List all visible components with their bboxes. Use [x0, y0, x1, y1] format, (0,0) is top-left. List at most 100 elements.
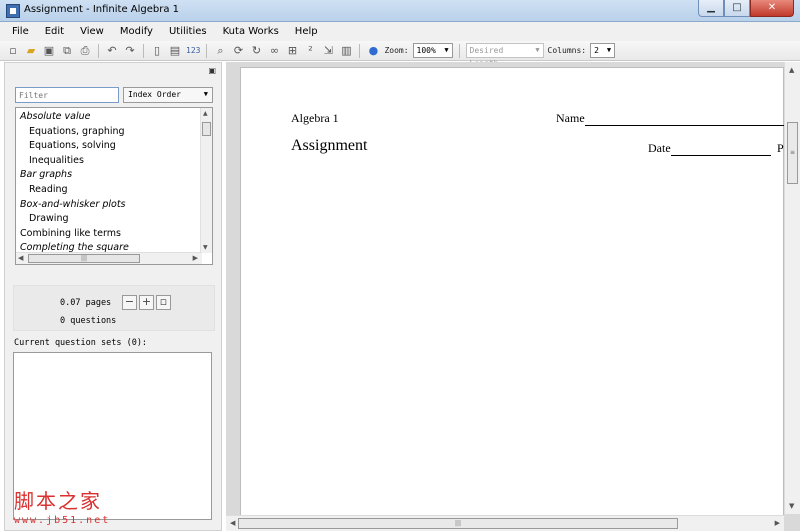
watermark-logo: 脚本之家 [14, 489, 102, 513]
document-vertical-scrollbar[interactable]: ▲ ≡ ▼ [784, 62, 800, 514]
topic-item[interactable]: Equations, graphing [16, 125, 202, 140]
topic-item[interactable]: Bar graphs [16, 168, 202, 183]
topic-item[interactable]: Drawing [16, 212, 202, 227]
toolbar: ▫ ▰ ▣ ⧉ ⎙ ↶ ↷ ▯ ▤ 123 ⌕ ⟳ ↻ ∞ ⊞ ² ⇲ ▥ ● … [0, 41, 800, 68]
print-icon[interactable]: ⎙ [78, 44, 92, 58]
undo-icon[interactable]: ↶ [105, 44, 119, 58]
topic-list-horizontal-scrollbar[interactable]: ◀ ||| ▶ [16, 252, 202, 264]
infinity-icon[interactable]: ∞ [267, 44, 281, 58]
increase-button[interactable]: + [139, 295, 154, 310]
watermark-url: www.jb51.net [14, 515, 111, 526]
date-label: Date [648, 141, 671, 155]
scroll-down-icon[interactable]: ▼ [789, 502, 794, 510]
date-line [671, 155, 771, 156]
open-folder-icon[interactable]: ▰ [24, 44, 38, 58]
page-count-box: 0.07 pages 0 questions − + ▫ [13, 285, 215, 331]
toolbar-separator [458, 43, 460, 58]
toolbar-separator [98, 43, 99, 58]
spacing-icon[interactable]: ⇲ [321, 44, 335, 58]
chevron-down-icon: ▼ [535, 46, 540, 54]
zoom-select[interactable]: 100% ▼ [412, 43, 453, 58]
desired-length-value: Desired Length [469, 46, 504, 68]
order-value: Index Order [128, 90, 181, 99]
topic-list[interactable]: Absolute value Equations, graphing Equatio… [15, 107, 213, 265]
pages-count: 0.07 pages [60, 298, 112, 308]
scroll-thumb[interactable] [202, 122, 211, 136]
worksheet-title[interactable]: Assignment [291, 137, 367, 155]
topic-items: Absolute value Equations, graphing Equatio… [16, 110, 202, 256]
scroll-left-icon[interactable]: ◀ [230, 519, 235, 527]
exponent-icon[interactable]: ² [303, 44, 317, 58]
question-type-panel: ▣ Index Order ▼ Absolute valueEquations,… [4, 62, 222, 531]
title-bar: Assignment - Infinite Algebra 1 ▁ □ ✕ [0, 0, 800, 22]
page-icon[interactable]: ▯ [150, 44, 164, 58]
scroll-right-icon[interactable]: ▶ [193, 254, 198, 262]
menu-edit[interactable]: Edit [37, 26, 72, 37]
desired-length-select[interactable]: Desired Length ▼ [465, 43, 544, 68]
minimize-button[interactable]: ▁ [698, 0, 724, 17]
regenerate-icon[interactable]: ⟳ [231, 44, 245, 58]
question-sets-label: Current question sets (0): [14, 338, 148, 348]
scroll-thumb[interactable]: ||| [28, 254, 140, 263]
window-title: Assignment - Infinite Algebra 1 [24, 4, 180, 15]
menu-view[interactable]: View [72, 26, 112, 37]
save-icon[interactable]: ▣ [42, 44, 56, 58]
app-icon [6, 4, 20, 18]
chevron-down-icon: ▼ [444, 46, 449, 54]
questions-count: 0 questions [60, 316, 117, 326]
scroll-left-icon[interactable]: ◀ [18, 254, 23, 262]
topic-item[interactable]: Inequalities [16, 154, 202, 169]
toolbar-separator [206, 43, 208, 58]
toolbar-separator [359, 43, 361, 58]
page-view-button[interactable]: ▫ [156, 295, 171, 310]
scroll-thumb[interactable]: ≡ [787, 122, 798, 184]
chevron-down-icon: ▼ [203, 90, 208, 98]
filter-input[interactable] [15, 87, 119, 103]
columns-value: 2 [594, 46, 599, 55]
document-horizontal-scrollbar[interactable]: ◀ ||| ▶ [226, 515, 784, 531]
window-controls: ▁ □ ✕ [698, 0, 794, 17]
scroll-right-icon[interactable]: ▶ [775, 519, 780, 527]
scroll-thumb[interactable]: ||| [238, 518, 678, 529]
chevron-down-icon: ▼ [606, 46, 612, 54]
course-title: Algebra 1 [291, 111, 339, 125]
topic-item[interactable]: Equations, solving [16, 139, 202, 154]
pin-icon[interactable]: ▣ [208, 66, 216, 75]
multiple-choice-icon[interactable]: ⊞ [285, 44, 299, 58]
close-button[interactable]: ✕ [750, 0, 794, 17]
redo-icon[interactable]: ↷ [123, 44, 137, 58]
period-label: P [777, 141, 784, 155]
maximize-button[interactable]: □ [724, 0, 750, 17]
document-area: Algebra 1 Assignment Name Date P ▲ ≡ ▼ ◀… [226, 62, 800, 531]
topic-list-vertical-scrollbar[interactable]: ▲ ▼ [200, 108, 212, 253]
columns-label: Columns: [547, 46, 587, 55]
help-icon[interactable]: ● [366, 44, 380, 58]
zoom-value: 100% [416, 46, 436, 55]
name-line [585, 125, 785, 126]
menu-bar: File Edit View Modify Utilities Kuta Wor… [0, 22, 800, 41]
regenerate-all-icon[interactable]: ↻ [249, 44, 263, 58]
columns-select[interactable]: 2 ▼ [590, 43, 616, 58]
menu-utilities[interactable]: Utilities [161, 26, 215, 37]
topic-item[interactable]: Combining like terms [16, 227, 202, 242]
zoom-label: Zoom: [384, 46, 409, 55]
menu-help[interactable]: Help [287, 26, 326, 37]
menu-kuta-works[interactable]: Kuta Works [215, 26, 287, 37]
menu-modify[interactable]: Modify [112, 26, 161, 37]
topic-item[interactable]: Absolute value [16, 110, 202, 125]
worksheet-page[interactable]: Algebra 1 Assignment Name Date P [240, 67, 785, 517]
save-as-icon[interactable]: ⧉ [60, 44, 74, 58]
order-select[interactable]: Index Order ▼ [123, 87, 213, 103]
topic-item[interactable]: Box-and-whisker plots [16, 198, 202, 213]
topic-item[interactable]: Reading [16, 183, 202, 198]
answer-key-icon[interactable]: ▤ [168, 44, 182, 58]
menu-file[interactable]: File [4, 26, 37, 37]
scroll-down-icon[interactable]: ▼ [203, 244, 208, 251]
scroll-up-icon[interactable]: ▲ [789, 66, 794, 74]
columns-icon[interactable]: ▥ [339, 44, 353, 58]
number-questions-button[interactable]: 123 [186, 46, 200, 55]
scroll-up-icon[interactable]: ▲ [203, 110, 208, 117]
decrease-button[interactable]: − [122, 295, 137, 310]
search-icon[interactable]: ⌕ [213, 44, 227, 58]
new-document-icon[interactable]: ▫ [6, 44, 20, 58]
